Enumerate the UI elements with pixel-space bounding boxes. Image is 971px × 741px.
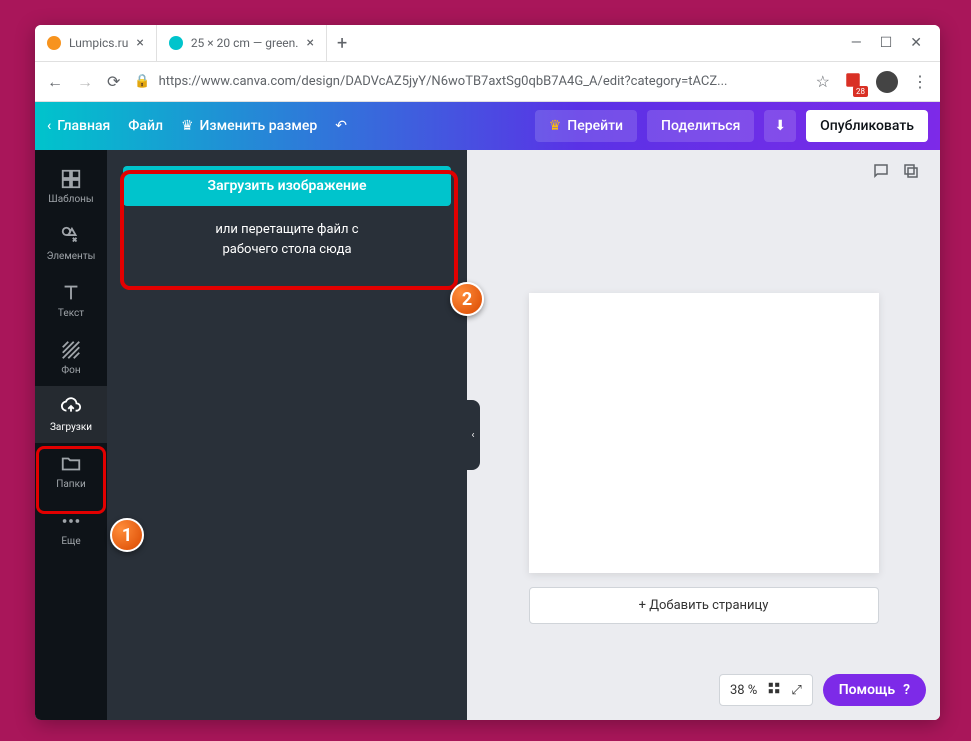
favicon-icon xyxy=(169,36,183,50)
home-button[interactable]: ‹ Главная xyxy=(47,118,110,134)
add-page-button[interactable]: + Добавить страницу xyxy=(529,587,879,624)
new-tab-button[interactable]: + xyxy=(327,25,357,61)
undo-icon: ↶ xyxy=(335,118,347,134)
upload-icon xyxy=(60,396,82,418)
close-icon[interactable]: × xyxy=(136,35,143,51)
minimize-icon[interactable]: — xyxy=(851,35,862,51)
app-toolbar: ‹ Главная Файл ♛ Изменить размер ↶ ♛ Пер… xyxy=(35,102,940,150)
add-page-label: + Добавить страницу xyxy=(639,598,769,613)
background-icon xyxy=(60,339,82,361)
sidebar-item-elements[interactable]: Элементы xyxy=(35,215,107,272)
copy-icon[interactable] xyxy=(902,162,920,184)
tab-title: Lumpics.ru xyxy=(69,36,128,50)
resize-button[interactable]: ♛ Изменить размер xyxy=(181,118,317,134)
addr-extensions: ☆ 28 ⋮ xyxy=(816,71,928,93)
forward-icon: → xyxy=(77,72,93,92)
home-label: Главная xyxy=(57,118,110,134)
toolbar-left: ‹ Главная Файл ♛ Изменить размер ↶ xyxy=(47,118,347,134)
zoom-value: 38 % xyxy=(730,683,757,698)
sidebar-item-label: Папки xyxy=(56,479,86,490)
publish-label: Опубликовать xyxy=(820,118,914,134)
sidebar-item-folders[interactable]: Папки xyxy=(35,443,107,500)
download-icon: ⬇ xyxy=(774,118,786,134)
tab-title: 25 × 20 cm — green. xyxy=(191,36,299,50)
tab-strip: Lumpics.ru × 25 × 20 cm — green. × + xyxy=(35,25,833,61)
sidebar-item-label: Фон xyxy=(61,365,80,376)
extension-icon[interactable]: 28 xyxy=(844,71,862,93)
hint-line2: рабочего стола сюда xyxy=(123,240,451,260)
upgrade-label: Перейти xyxy=(567,118,623,134)
canvas-area: ‹ + Добавить страницу 38 % ⤢ xyxy=(467,150,940,720)
close-window-icon[interactable]: ✕ xyxy=(910,35,922,51)
window-controls: — ☐ ✕ xyxy=(833,35,940,51)
hint-line1: или перетащите файл с xyxy=(123,220,451,240)
crown-icon: ♛ xyxy=(181,118,194,134)
download-button[interactable]: ⬇ xyxy=(764,110,796,142)
avatar[interactable] xyxy=(876,71,898,93)
question-icon: ? xyxy=(903,682,910,698)
url-field[interactable]: 🔒 https://www.canva.com/design/DADVcAZ5j… xyxy=(134,74,801,89)
canvas-viewport[interactable]: + Добавить страницу xyxy=(467,196,940,720)
more-icon xyxy=(60,510,82,532)
menu-icon[interactable]: ⋮ xyxy=(912,72,928,91)
titlebar: Lumpics.ru × 25 × 20 cm — green. × + — ☐… xyxy=(35,25,940,62)
file-button[interactable]: Файл xyxy=(128,118,163,134)
tab-canva[interactable]: 25 × 20 cm — green. × xyxy=(157,25,327,61)
lock-icon: 🔒 xyxy=(134,74,150,89)
sidebar-item-templates[interactable]: Шаблоны xyxy=(35,158,107,215)
fullscreen-icon[interactable]: ⤢ xyxy=(791,683,801,698)
upload-button-label: Загрузить изображение xyxy=(208,178,367,194)
file-label: Файл xyxy=(128,118,163,134)
grid-icon[interactable] xyxy=(767,681,781,699)
star-icon[interactable]: ☆ xyxy=(816,72,830,91)
close-icon[interactable]: × xyxy=(306,35,313,51)
sidebar-item-label: Шаблоны xyxy=(48,194,93,205)
upgrade-button[interactable]: ♛ Перейти xyxy=(535,110,637,142)
resize-label: Изменить размер xyxy=(200,118,318,134)
chevron-left-icon: ‹ xyxy=(471,430,474,441)
folder-icon xyxy=(60,453,82,475)
collapse-panel-button[interactable]: ‹ xyxy=(466,400,480,470)
address-bar: ← → ⟳ 🔒 https://www.canva.com/design/DAD… xyxy=(35,62,940,102)
tab-lumpics[interactable]: Lumpics.ru × xyxy=(35,25,157,61)
sidebar-item-uploads[interactable]: Загрузки xyxy=(35,386,107,443)
main-area: Шаблоны Элементы Текст Фон Загрузки Папк… xyxy=(35,150,940,720)
sidebar-item-label: Элементы xyxy=(47,251,96,262)
sidebar-item-label: Текст xyxy=(58,308,84,319)
text-icon xyxy=(60,282,82,304)
help-button[interactable]: Помощь ? xyxy=(823,674,926,706)
sidebar-item-more[interactable]: Еще xyxy=(35,500,107,557)
templates-icon xyxy=(60,168,82,190)
side-panel: Загрузить изображение или перетащите фай… xyxy=(107,150,467,720)
back-icon[interactable]: ← xyxy=(47,72,63,92)
share-button[interactable]: Поделиться xyxy=(647,110,754,142)
publish-button[interactable]: Опубликовать xyxy=(806,110,928,142)
maximize-icon[interactable]: ☐ xyxy=(880,35,893,51)
canvas-footer: 38 % ⤢ Помощь ? xyxy=(719,674,926,706)
sidebar-item-label: Еще xyxy=(61,536,80,547)
toolbar-right: ♛ Перейти Поделиться ⬇ Опубликовать xyxy=(535,110,928,142)
zoom-control[interactable]: 38 % ⤢ xyxy=(719,674,813,706)
help-label: Помощь xyxy=(839,682,895,698)
sidebar-item-label: Загрузки xyxy=(50,422,92,433)
reload-icon[interactable]: ⟳ xyxy=(107,72,120,91)
sidebar-item-text[interactable]: Текст xyxy=(35,272,107,329)
crown-icon: ♛ xyxy=(549,118,562,134)
upload-hint: или перетащите файл с рабочего стола сюд… xyxy=(123,220,451,259)
chevron-left-icon: ‹ xyxy=(47,118,51,134)
canvas-content: + Добавить страницу xyxy=(529,293,879,624)
share-label: Поделиться xyxy=(661,118,740,134)
favicon-icon xyxy=(47,36,61,50)
sidebar-item-background[interactable]: Фон xyxy=(35,329,107,386)
extension-badge: 28 xyxy=(853,86,868,97)
elements-icon xyxy=(60,225,82,247)
browser-window: Lumpics.ru × 25 × 20 cm — green. × + — ☐… xyxy=(35,25,940,720)
canvas-toolbar xyxy=(467,150,940,196)
upload-image-button[interactable]: Загрузить изображение xyxy=(123,166,451,206)
url-text: https://www.canva.com/design/DADVcAZ5jyY… xyxy=(159,74,728,89)
sidebar: Шаблоны Элементы Текст Фон Загрузки Папк… xyxy=(35,150,107,720)
comment-icon[interactable] xyxy=(872,162,890,184)
canvas-page[interactable] xyxy=(529,293,879,573)
undo-button[interactable]: ↶ xyxy=(335,118,347,134)
